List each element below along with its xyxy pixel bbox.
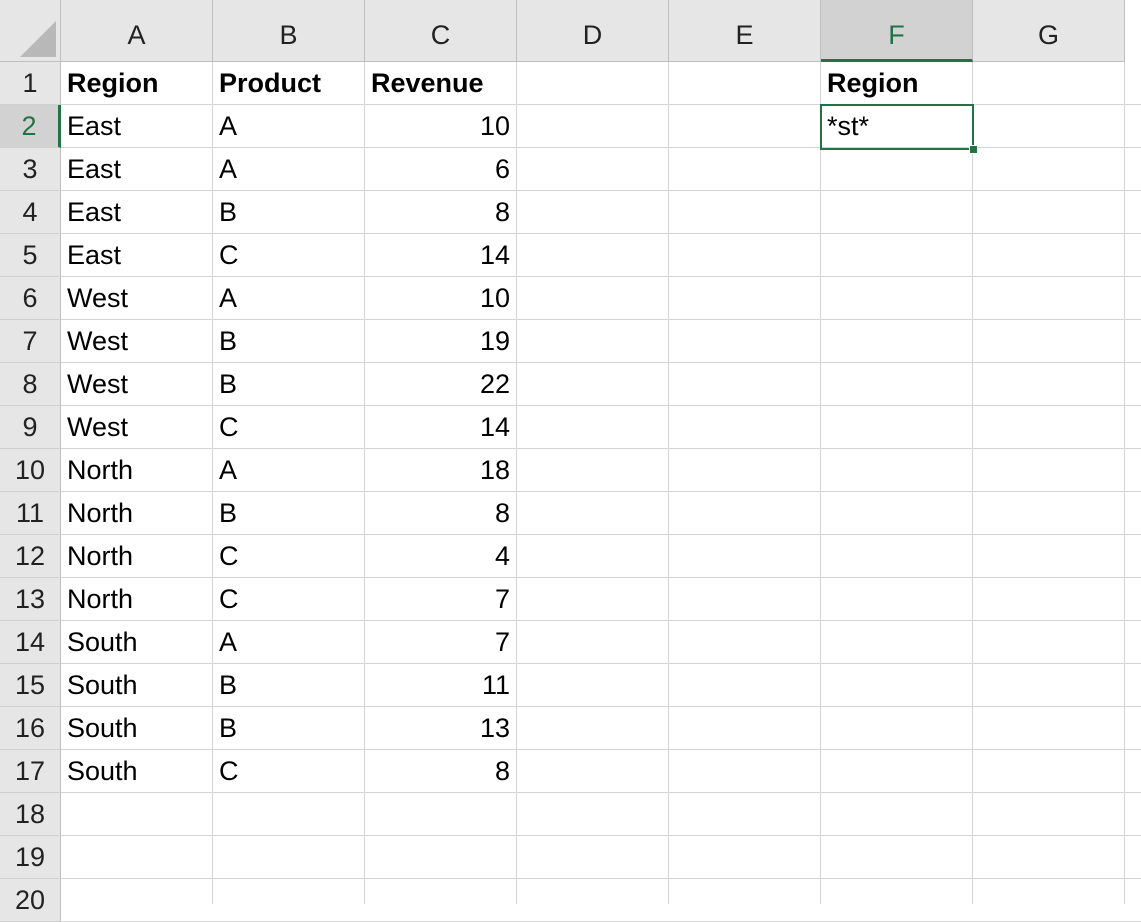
cell-product[interactable]: C: [213, 406, 364, 449]
column-header-b[interactable]: B: [213, 0, 365, 62]
row-header-13[interactable]: 13: [0, 578, 61, 621]
row-header-17[interactable]: 17: [0, 750, 61, 793]
cell-product[interactable]: C: [213, 578, 364, 621]
cell-region[interactable]: North: [61, 578, 212, 621]
row-header-16[interactable]: 16: [0, 707, 61, 750]
column-header-g[interactable]: G: [973, 0, 1125, 62]
cell-region[interactable]: South: [61, 707, 212, 750]
cell-region[interactable]: West: [61, 277, 212, 320]
column-header-c[interactable]: C: [365, 0, 517, 62]
cell-region[interactable]: East: [61, 234, 212, 277]
cell-revenue[interactable]: 8: [365, 750, 516, 793]
active-cell-border: [820, 104, 974, 150]
cell-b1-product-header[interactable]: Product: [213, 62, 364, 105]
row-header-20[interactable]: 20: [0, 879, 61, 922]
cell-revenue[interactable]: 10: [365, 277, 516, 320]
cell-product[interactable]: B: [213, 363, 364, 406]
cell-product[interactable]: A: [213, 277, 364, 320]
cell-revenue[interactable]: 4: [365, 535, 516, 578]
row-gridline: [61, 835, 1141, 836]
cell-product[interactable]: C: [213, 535, 364, 578]
cell-region[interactable]: West: [61, 363, 212, 406]
row-header-4[interactable]: 4: [0, 191, 61, 234]
cell-revenue[interactable]: 8: [365, 492, 516, 535]
cell-revenue[interactable]: 19: [365, 320, 516, 363]
column-header-d[interactable]: D: [517, 0, 669, 62]
column-header-e[interactable]: E: [669, 0, 821, 62]
cell-product[interactable]: A: [213, 621, 364, 664]
cell-revenue[interactable]: 14: [365, 234, 516, 277]
cell-region[interactable]: South: [61, 621, 212, 664]
cell-revenue[interactable]: 6: [365, 148, 516, 191]
cell-revenue[interactable]: 11: [365, 664, 516, 707]
cell-revenue[interactable]: 7: [365, 578, 516, 621]
cell-f1-criteria-header[interactable]: Region: [821, 62, 972, 105]
cell-product[interactable]: B: [213, 707, 364, 750]
cell-revenue[interactable]: 13: [365, 707, 516, 750]
row-header-14[interactable]: 14: [0, 621, 61, 664]
row-header-19[interactable]: 19: [0, 836, 61, 879]
cell-revenue[interactable]: 10: [365, 105, 516, 148]
select-all-button[interactable]: [0, 0, 61, 62]
row-header-18[interactable]: 18: [0, 793, 61, 836]
cell-a1-region-header[interactable]: Region: [61, 62, 212, 105]
cell-product[interactable]: B: [213, 492, 364, 535]
cell-revenue[interactable]: 14: [365, 406, 516, 449]
row-header-1[interactable]: 1: [0, 62, 61, 105]
column-gridline: [820, 62, 821, 904]
row-header-15[interactable]: 15: [0, 664, 61, 707]
row-header-7[interactable]: 7: [0, 320, 61, 363]
cell-product[interactable]: B: [213, 191, 364, 234]
column-gridline: [1124, 62, 1125, 904]
cell-revenue[interactable]: 22: [365, 363, 516, 406]
cell-product[interactable]: A: [213, 148, 364, 191]
cell-revenue[interactable]: 7: [365, 621, 516, 664]
column-gridline: [668, 62, 669, 904]
row-header-9[interactable]: 9: [0, 406, 61, 449]
row-header-10[interactable]: 10: [0, 449, 61, 492]
cell-product[interactable]: A: [213, 105, 364, 148]
column-gridline: [516, 62, 517, 904]
row-header-8[interactable]: 8: [0, 363, 61, 406]
row-header-11[interactable]: 11: [0, 492, 61, 535]
column-header-f[interactable]: F: [821, 0, 973, 62]
row-header-6[interactable]: 6: [0, 277, 61, 320]
cell-region[interactable]: East: [61, 105, 212, 148]
cell-region[interactable]: North: [61, 449, 212, 492]
cell-product[interactable]: C: [213, 750, 364, 793]
fill-handle[interactable]: [969, 145, 978, 154]
column-gridline: [972, 62, 973, 904]
cell-region[interactable]: West: [61, 406, 212, 449]
cell-region[interactable]: East: [61, 191, 212, 234]
cell-product[interactable]: C: [213, 234, 364, 277]
cell-region[interactable]: East: [61, 148, 212, 191]
select-all-triangle-icon: [20, 21, 56, 57]
row-gridline: [61, 878, 1141, 879]
cell-revenue[interactable]: 18: [365, 449, 516, 492]
cell-region[interactable]: South: [61, 750, 212, 793]
cell-c1-revenue-header[interactable]: Revenue: [365, 62, 516, 105]
cell-product[interactable]: B: [213, 320, 364, 363]
cell-region[interactable]: West: [61, 320, 212, 363]
cell-product[interactable]: A: [213, 449, 364, 492]
row-header-3[interactable]: 3: [0, 148, 61, 191]
cell-revenue[interactable]: 8: [365, 191, 516, 234]
cell-region[interactable]: North: [61, 492, 212, 535]
cell-region[interactable]: South: [61, 664, 212, 707]
row-header-2[interactable]: 2: [0, 105, 61, 148]
row-header-12[interactable]: 12: [0, 535, 61, 578]
column-header-a[interactable]: A: [61, 0, 213, 62]
cell-product[interactable]: B: [213, 664, 364, 707]
cell-region[interactable]: North: [61, 535, 212, 578]
row-header-5[interactable]: 5: [0, 234, 61, 277]
